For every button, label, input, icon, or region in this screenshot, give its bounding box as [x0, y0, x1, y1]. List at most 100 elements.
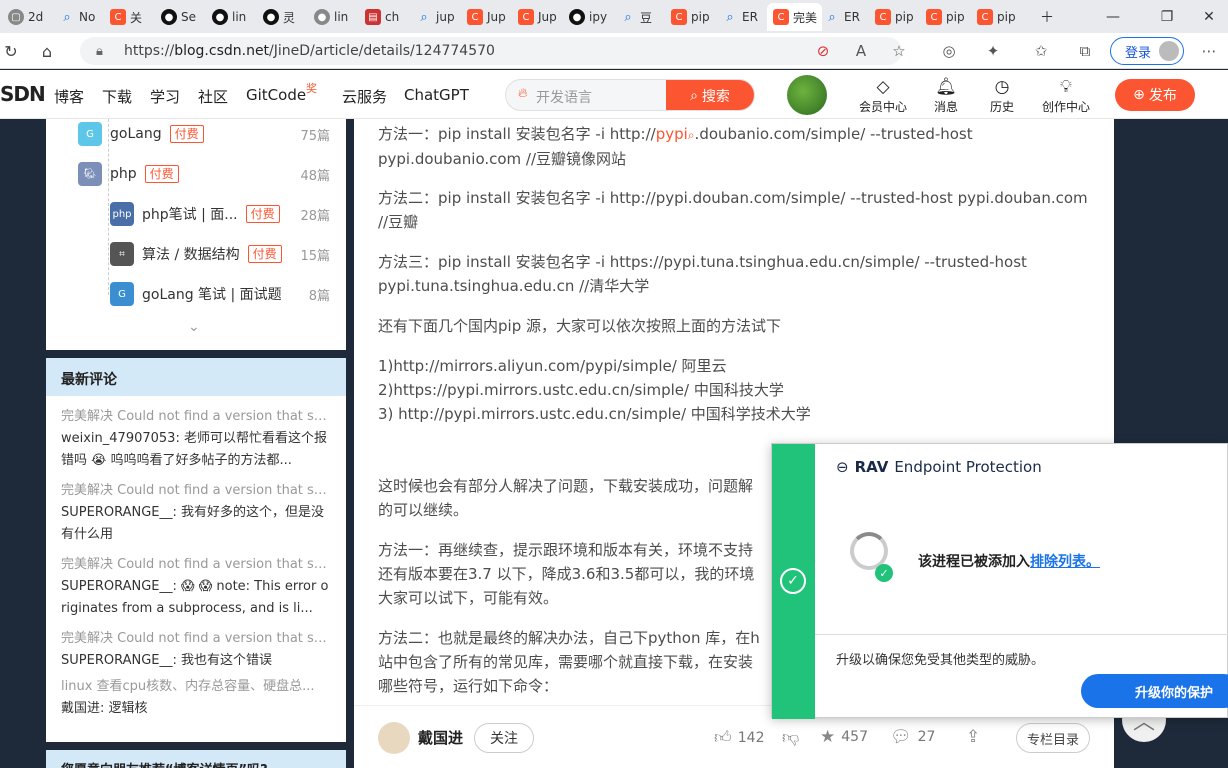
- search-favicon-icon: ⌕: [828, 9, 836, 25]
- browser-tab[interactable]: ● ipy: [563, 3, 612, 31]
- read-aloud-icon[interactable]: A: [850, 40, 872, 62]
- comment-item[interactable]: linux 查看cpu核数、内存总容量、硬盘总... 戴国进: 逻辑核: [61, 676, 331, 720]
- favorite-button[interactable]: ★ 457: [820, 727, 868, 747]
- browser-tab[interactable]: Cpip: [665, 3, 714, 31]
- add-favorite-icon[interactable]: ☆: [888, 40, 910, 62]
- browser-tab[interactable]: ● lin: [308, 3, 357, 31]
- vip-center[interactable]: ◇ 会员中心: [853, 76, 913, 115]
- browser-tab[interactable]: C关: [104, 3, 153, 31]
- favorites-icon[interactable]: ✩: [1030, 40, 1052, 62]
- plus-icon: ⊕: [1133, 87, 1145, 103]
- tab-label: pip: [895, 10, 914, 24]
- category-item[interactable]: GgoLang 笔试 | 面试题 8篇: [110, 281, 330, 307]
- exclusion-list-link[interactable]: 排除列表。: [1030, 554, 1100, 570]
- rav-status-strip: ✓: [772, 444, 815, 719]
- comment-item[interactable]: 完美解决 Could not find a version that sa...…: [61, 628, 331, 672]
- refresh-icon[interactable]: ↻: [0, 40, 22, 62]
- csdn-search[interactable]: 🔥︎ 开发语言 ⌕ 搜索: [505, 79, 755, 111]
- messages[interactable]: 🔔︎ 消息: [916, 76, 976, 115]
- puzzle-icon[interactable]: ✦: [982, 40, 1004, 62]
- browser-tab[interactable]: C Jup: [461, 3, 510, 31]
- category-item[interactable]: 🐘︎ php 付费 48篇: [78, 161, 330, 187]
- csdn-logo[interactable]: SDN: [0, 82, 46, 106]
- column-toc-button[interactable]: 专栏目录: [1016, 723, 1090, 753]
- comment-article-title[interactable]: 完美解决 Could not find a version that sa...: [61, 406, 331, 428]
- nav-chatgpt[interactable]: ChatGPT: [404, 86, 469, 104]
- browser-tab[interactable]: C Jup: [512, 3, 561, 31]
- comment-button[interactable]: 💬︎ 27: [890, 727, 935, 747]
- tab-label: jup: [436, 10, 455, 24]
- nav-community[interactable]: 社区: [198, 86, 228, 107]
- browser-tab[interactable]: ⌕ jup: [410, 3, 459, 31]
- new-tab-icon[interactable]: ＋: [1024, 0, 1070, 33]
- browser-tab[interactable]: ▢ 2d: [2, 3, 51, 31]
- nav-cloud[interactable]: 云服务: [342, 86, 387, 107]
- history[interactable]: ◷ 历史: [972, 76, 1032, 115]
- restore-icon[interactable]: ❐: [1144, 0, 1190, 33]
- comment-article-title[interactable]: 完美解决 Could not find a version that sa...: [61, 554, 331, 576]
- like-button[interactable]: 👍︎ 142: [714, 727, 765, 748]
- search-favicon-icon: ⌕: [726, 9, 734, 25]
- more-icon[interactable]: ⋯: [1198, 40, 1220, 62]
- mirrors-intro: 还有下面几个国内pip 源，大家可以依次按照上面的方法试下: [378, 317, 781, 335]
- browser-tab[interactable]: Cpip: [971, 3, 1020, 31]
- csdn-favicon-icon: C: [773, 9, 789, 25]
- blocked-icon[interactable]: ⊘: [812, 40, 834, 62]
- search-button[interactable]: ⌕ 搜索: [666, 80, 754, 110]
- tab-label: ch: [385, 10, 400, 24]
- browser-tab[interactable]: ● lin: [206, 3, 255, 31]
- author-name[interactable]: 戴国进: [418, 727, 463, 748]
- browser-tab[interactable]: ⌕ 豆: [614, 3, 663, 31]
- browser-tab[interactable]: ● Se: [155, 3, 204, 31]
- login-button[interactable]: 登录: [1110, 37, 1184, 65]
- browser-tab[interactable]: ▤ ch: [359, 3, 408, 31]
- gopher-icon: G: [78, 122, 102, 146]
- close-window-icon[interactable]: ✕: [1186, 0, 1228, 33]
- browser-tab[interactable]: ● 灵: [257, 3, 306, 31]
- nav-download[interactable]: 下载: [102, 86, 132, 107]
- comment-item[interactable]: 完美解决 Could not find a version that sa...…: [61, 480, 331, 546]
- thumb-down-icon: 👎︎: [782, 728, 800, 748]
- share-button[interactable]: ⇪: [966, 727, 980, 747]
- author-avatar[interactable]: [378, 722, 410, 754]
- browser-tab[interactable]: Cpip: [920, 3, 969, 31]
- nav-gitcode[interactable]: GitCode: [246, 86, 306, 104]
- publish-button[interactable]: ⊕ 发布: [1115, 79, 1195, 111]
- url-field[interactable]: 🔒︎ https://blog.csdn.net/JineD/article/d…: [80, 37, 902, 65]
- browser-tab[interactable]: Cpip: [869, 3, 918, 31]
- comment-article-title[interactable]: 完美解决 Could not find a version that sa...: [61, 628, 331, 650]
- browser-tab[interactable]: C完美✕: [767, 3, 822, 31]
- comment-article-title[interactable]: linux 查看cpu核数、内存总容量、硬盘总...: [61, 676, 331, 698]
- tab-label: Jup: [538, 10, 557, 24]
- browser-tab[interactable]: ⌕ ER: [716, 3, 765, 31]
- tab-label: 2d: [28, 10, 44, 24]
- method-1-paragraph: 方法一：pip install 安装包名字 -i http://pypi⌕.do…: [378, 122, 1093, 171]
- comment-item[interactable]: 完美解决 Could not find a version that sa...…: [61, 554, 331, 620]
- comment-article-title[interactable]: 完美解决 Could not find a version that sa...: [61, 480, 331, 502]
- home-icon[interactable]: ⌂: [36, 40, 58, 62]
- minimize-icon[interactable]: —: [1090, 0, 1136, 33]
- lock-icon[interactable]: 🔒︎: [96, 44, 103, 59]
- pypi-keyword-link[interactable]: pypi⌕: [656, 125, 695, 143]
- dislike-button[interactable]: 👎︎: [782, 727, 799, 748]
- collections-icon[interactable]: ⧉: [1074, 40, 1096, 62]
- nav-learn[interactable]: 学习: [150, 86, 180, 107]
- tab-label: 灵: [283, 10, 296, 25]
- comment-item[interactable]: 完美解决 Could not find a version that sa...…: [61, 406, 331, 472]
- paid-badge: 付费: [247, 245, 282, 263]
- follow-button[interactable]: 关注: [474, 723, 534, 753]
- creator-center[interactable]: 💡︎ 创作中心: [1036, 76, 1096, 115]
- category-item[interactable]: GgoLang 付费 75篇: [78, 121, 330, 147]
- browser-tab[interactable]: ⌕ ER: [818, 3, 867, 31]
- upgrade-protection-button[interactable]: 升级你的保护: [1081, 674, 1228, 708]
- expand-chevron-icon[interactable]: ⌄: [188, 319, 200, 335]
- nav-blog[interactable]: 博客: [54, 86, 84, 107]
- category-item[interactable]: php php笔试 | 面... 付费 28篇: [110, 201, 330, 227]
- search-input[interactable]: 开发语言: [536, 87, 592, 107]
- user-avatar[interactable]: [787, 75, 827, 115]
- mirror-aliyun: 1)http://mirrors.aliyun.com/pypi/simple/…: [378, 357, 727, 375]
- rav-divider: [815, 634, 1228, 635]
- extension-icon[interactable]: ◎: [938, 40, 960, 62]
- browser-tab[interactable]: ⌕ No: [53, 3, 102, 31]
- category-item[interactable]: ⌗ 算法 / 数据结构 付费 15篇: [110, 241, 330, 267]
